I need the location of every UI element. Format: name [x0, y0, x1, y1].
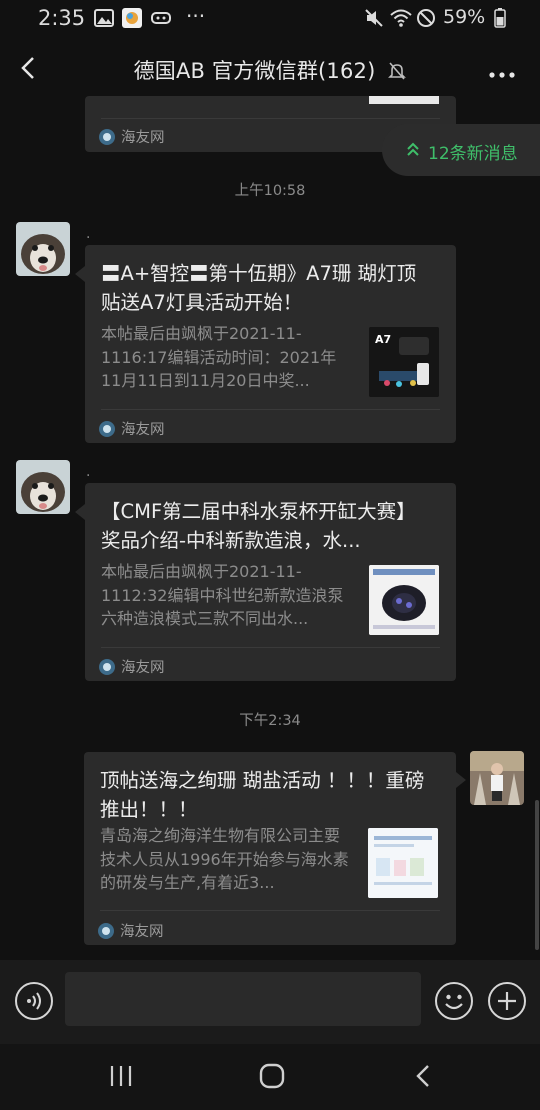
card-source: 海友网 [98, 920, 164, 941]
more-options-button[interactable] [488, 64, 516, 83]
voice-input-button[interactable] [15, 982, 53, 1020]
emoji-icon [445, 994, 463, 1010]
game-icon [150, 8, 172, 32]
photos-app-icon [122, 8, 142, 33]
avatar[interactable] [16, 222, 70, 276]
more-notifications-icon: ··· [186, 4, 206, 28]
card-source: 海友网 [99, 418, 165, 439]
dog-avatar-icon [16, 460, 70, 514]
card-source-label: 海友网 [120, 924, 164, 940]
home-icon [259, 1063, 285, 1089]
timestamp: 下午2:34 [239, 713, 301, 729]
emoji-button[interactable] [435, 982, 473, 1020]
card-thumbnail [369, 565, 439, 635]
gallery-icon [94, 8, 114, 32]
card-thumbnail: A7 [369, 327, 439, 397]
chat-title-text: 德国AB 官方微信群(162) [133, 59, 376, 83]
voice-icon [27, 992, 41, 1010]
mute-icon [364, 8, 384, 33]
chat-title[interactable]: 德国AB 官方微信群(162) [0, 55, 540, 85]
card-source: 海友网 [99, 126, 165, 147]
input-bar [0, 960, 540, 1044]
card-divider [101, 647, 440, 648]
status-time: 2:35 [38, 6, 86, 30]
bubble-tail [456, 772, 466, 788]
card-source-label: 海友网 [121, 130, 165, 146]
battery-icon [494, 8, 506, 33]
bubble-tail [75, 266, 85, 282]
card-source-label: 海友网 [121, 422, 165, 438]
card-divider [101, 409, 440, 410]
recents-icon [110, 1066, 132, 1086]
card-title: 【CMF第二届中科水泵杯开缸大赛】奖品介绍-中科新款造浪，水... [101, 500, 416, 552]
avatar[interactable] [16, 460, 70, 514]
do-not-disturb-icon [416, 8, 436, 33]
card-description: 青岛海之绚海洋生物有限公司主要技术人员从1996年开始参与海水素的研发与生产,有… [100, 826, 349, 892]
mute-bell-icon [388, 62, 407, 80]
more-dots-icon [489, 72, 515, 78]
card-source: 海友网 [99, 656, 165, 677]
card-thumbnail [369, 96, 439, 104]
source-logo-icon [98, 922, 114, 939]
battery-percent: 59% [443, 6, 486, 28]
sender-name: . [86, 226, 91, 242]
chevron-left-icon [416, 1065, 429, 1087]
card-source-label: 海友网 [121, 660, 165, 676]
dog-avatar-icon [16, 222, 70, 276]
chat-header: 德国AB 官方微信群(162) [0, 36, 540, 100]
timestamp: 上午10:58 [234, 183, 306, 199]
wifi-icon [390, 8, 412, 33]
sea-salt-thumbnail-icon [368, 828, 438, 898]
home-button[interactable] [258, 1062, 286, 1094]
wave-pump-thumbnail-icon [369, 565, 439, 635]
card-thumbnail [368, 828, 438, 898]
new-messages-button[interactable]: 12条新消息 [382, 124, 540, 176]
link-card[interactable]: 〓A+智控〓第十伍期》A7珊 瑚灯顶贴送A7灯具活动开始！ 本帖最后由飒枫于20… [85, 245, 456, 443]
my-avatar[interactable] [470, 751, 524, 805]
card-divider [101, 118, 440, 119]
double-chevron-up-icon [407, 142, 419, 156]
source-logo-icon [99, 658, 115, 675]
status-bar: 2:35 ··· 59% [0, 0, 540, 36]
new-messages-label: 12条新消息 [428, 144, 518, 164]
more-functions-button[interactable] [488, 982, 526, 1020]
link-card[interactable]: 【CMF第二届中科水泵杯开缸大赛】奖品介绍-中科新款造浪，水... 本帖最后由飒… [85, 483, 456, 681]
card-description: 本帖最后由飒枫于2021-11-1112:32编辑中科世纪新款造浪泵六种造浪模式… [101, 562, 344, 628]
card-title: 〓A+智控〓第十伍期》A7珊 瑚灯顶贴送A7灯具活动开始！ [101, 262, 417, 314]
source-logo-icon [99, 420, 115, 437]
link-card[interactable]: 顶帖送海之绚珊 瑚盐活动 ！！！重磅推出！！！ 青岛海之绚海洋生物有限公司主要技… [84, 752, 456, 945]
plus-icon [498, 992, 516, 1010]
bubble-tail [75, 504, 85, 520]
card-divider [100, 910, 440, 911]
recent-apps-button[interactable] [108, 1064, 134, 1092]
card-title: 顶帖送海之绚珊 瑚盐活动 ！！！重磅推出！！！ [100, 769, 425, 821]
system-back-button[interactable] [412, 1062, 436, 1094]
person-avatar-icon [470, 751, 524, 805]
thumbnail-label: A7 [375, 333, 391, 346]
card-description: 本帖最后由飒枫于2021-11-1116:17编辑活动时间：2021年11月11… [101, 324, 337, 390]
source-logo-icon [99, 128, 115, 145]
scrollbar[interactable] [535, 800, 539, 950]
sender-name: . [86, 464, 91, 480]
a7-light-thumbnail-icon: A7 [369, 327, 439, 397]
system-nav-bar [0, 1044, 540, 1110]
message-input[interactable] [65, 972, 421, 1026]
